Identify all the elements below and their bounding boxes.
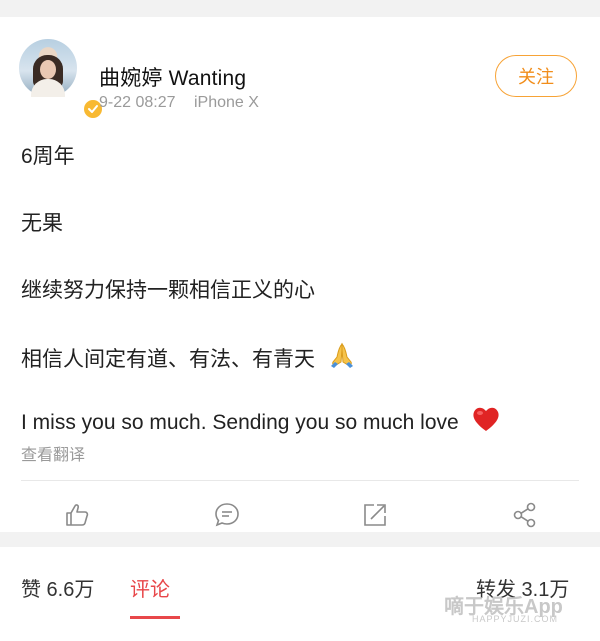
thumbs-up-icon[interactable]: [63, 501, 91, 529]
post-line-5-text: I miss you so much. Sending you so much …: [21, 411, 459, 434]
active-tab-indicator: [130, 616, 180, 619]
likes-count-tab[interactable]: 赞 6.6万: [21, 573, 94, 602]
post-line-4-text: 相信人间定有道、有法、有青天: [21, 348, 315, 371]
timestamp: 9-22 08:27: [99, 94, 176, 111]
post-meta: 9-22 08:27 iPhone X: [99, 94, 273, 112]
top-strip: [0, 0, 600, 17]
translate-link[interactable]: 查看翻译: [21, 441, 85, 465]
post-line-5: I miss you so much. Sending you so much …: [21, 405, 501, 439]
avatar[interactable]: [19, 39, 104, 120]
username[interactable]: 曲婉婷 Wanting: [99, 62, 246, 92]
device-label: iPhone X: [193, 94, 259, 111]
folded-hands-emoji-icon: [327, 340, 357, 376]
follow-button[interactable]: 关注: [495, 55, 577, 97]
post-line-3: 继续努力保持一颗相信正义的心: [21, 279, 315, 302]
post-line-4: 相信人间定有道、有法、有青天: [21, 340, 357, 376]
watermark-subtext: HAPPYJUZI.COM: [472, 614, 559, 624]
divider: [21, 480, 579, 481]
repost-icon[interactable]: [361, 501, 389, 529]
comments-tab[interactable]: 评论: [130, 573, 170, 602]
comment-icon[interactable]: [213, 501, 241, 529]
red-heart-emoji-icon: [471, 405, 501, 439]
post-line-2: 无果: [21, 212, 63, 235]
post-line-1: 6周年: [21, 145, 75, 168]
share-icon[interactable]: [511, 501, 539, 529]
post-card: 曲婉婷 Wanting 9-22 08:27 iPhone X 关注 6周年 无…: [0, 17, 600, 532]
avatar-face: [40, 60, 56, 79]
